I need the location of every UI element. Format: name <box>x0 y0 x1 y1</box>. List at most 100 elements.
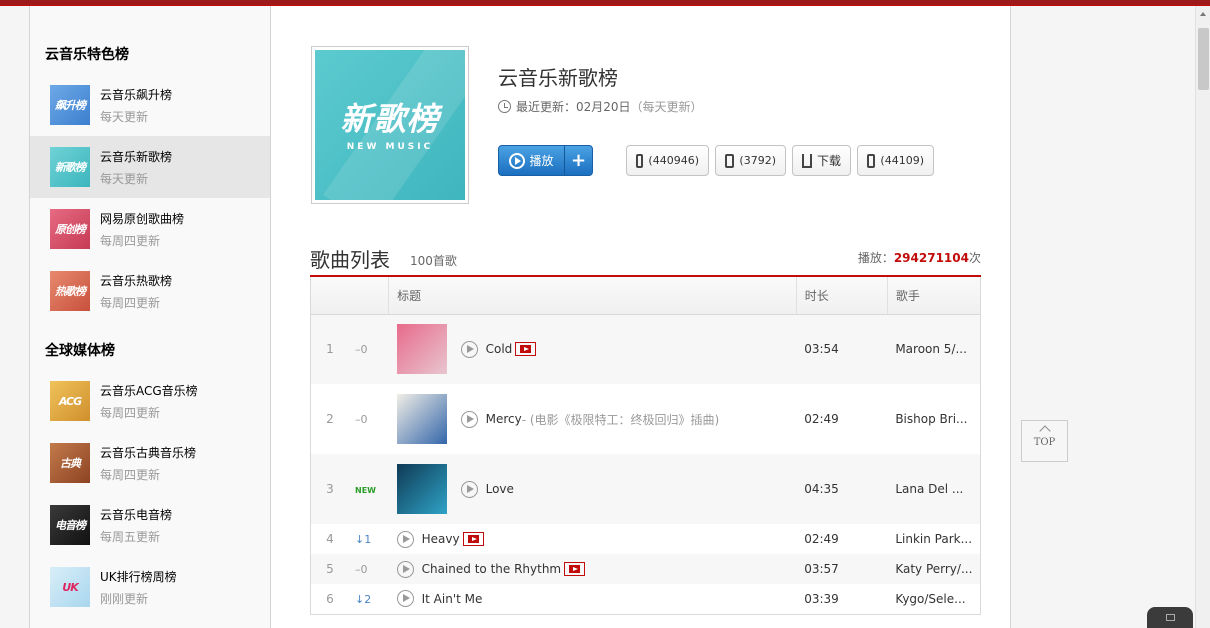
rank-cell: 6 ↓2 <box>311 584 389 614</box>
chart-thumb-uk: UK <box>50 567 90 607</box>
sidebar-item-label: 云音乐ACG音乐榜 <box>100 384 198 398</box>
table-row[interactable]: 1 –0 Cold 03:54 Maroon 5/... <box>310 314 981 384</box>
mv-icon[interactable] <box>515 342 537 357</box>
sidebar-item-acg[interactable]: ACG 云音乐ACG音乐榜 每周四更新 <box>30 370 270 432</box>
cover-subtitle: NEW MUSIC <box>346 142 434 152</box>
share-button[interactable]: (3792) <box>715 145 786 176</box>
duration-cell: 02:49 <box>804 412 839 426</box>
song-title[interactable]: Cold <box>486 342 513 356</box>
sidebar-item-label: 云音乐电音榜 <box>100 508 173 522</box>
chart-thumb-acg: ACG <box>50 381 90 421</box>
table-row[interactable]: 5 –0 Chained to the Rhythm 03:57 Katy Perry/… <box>310 554 981 584</box>
chart-thumb-new-songs: 新歌榜 <box>50 147 90 187</box>
sidebar-item-update: 每周四更新 <box>100 296 161 310</box>
playlist-cover: 新歌榜 NEW MUSIC <box>311 46 469 204</box>
title-cell: Love <box>388 454 797 524</box>
sidebar-item-new-songs[interactable]: 新歌榜 云音乐新歌榜 每天更新 <box>30 136 270 198</box>
scrollbar-thumb[interactable] <box>1198 28 1209 90</box>
rank-trend: ↓1 <box>355 533 372 546</box>
download-label: 下载 <box>816 154 841 168</box>
play-song-icon[interactable] <box>396 590 414 608</box>
table-row[interactable]: 3 NEW Love 04:35 Lana Del ... <box>310 454 981 524</box>
rank-number: 5 <box>326 562 334 576</box>
rank-cell: 4 ↓1 <box>311 524 389 554</box>
download-icon <box>802 153 812 168</box>
sidebar-item-label: 网易原创歌曲榜 <box>100 212 185 226</box>
artist-cell[interactable]: Kygo/Sele... <box>887 584 980 614</box>
title-cell: Heavy <box>389 524 797 554</box>
song-title[interactable]: Mercy <box>486 412 522 426</box>
song-title[interactable]: It Ain't Me <box>422 592 483 606</box>
song-count: 100首歌 <box>410 254 457 268</box>
play-label: 播放 <box>529 154 554 168</box>
comment-button[interactable]: (44109) <box>857 145 934 176</box>
mv-icon[interactable] <box>564 562 586 576</box>
table-row[interactable]: 6 ↓2 It Ain't Me 03:39 Kygo/Sele... <box>311 584 981 614</box>
sidebar-item-label: 云音乐新歌榜 <box>100 150 173 164</box>
chart-thumb-electronic: 电音榜 <box>50 505 90 545</box>
rank-trend: –0 <box>355 563 368 576</box>
song-title[interactable]: Heavy <box>422 532 460 546</box>
share-icon <box>725 153 735 168</box>
album-cover[interactable] <box>396 464 447 514</box>
play-all-button-group: 播放 + <box>498 145 593 176</box>
artist-cell[interactable]: Maroon 5/... <box>887 314 981 384</box>
artist-cell[interactable]: Linkin Park... <box>887 524 980 554</box>
rank-number: 3 <box>326 482 334 496</box>
sidebar-item-soaring[interactable]: 飙升榜 云音乐飙升榜 每天更新 <box>30 74 270 136</box>
mv-icon[interactable] <box>462 532 484 546</box>
page-scrollbar[interactable] <box>1195 6 1210 628</box>
scroll-up-arrow-icon[interactable] <box>1200 12 1206 16</box>
comment-count: (44109) <box>880 154 924 167</box>
play-song-icon[interactable] <box>396 560 414 578</box>
play-all-button[interactable]: 播放 <box>499 146 565 175</box>
table-row[interactable]: 2 –0 Mercy - (电影《极限特工：终极回归》插曲) 02:49 Bishop … <box>311 384 981 454</box>
sidebar-item-update: 每周四更新 <box>100 234 161 248</box>
artist-cell[interactable]: Bishop Bri... <box>887 384 980 454</box>
chart-page: 云音乐特色榜 飙升榜 云音乐飙升榜 每天更新 新歌榜 云音乐新歌榜 每天更新 原… <box>29 6 1011 628</box>
rank-trend: NEW <box>355 486 376 495</box>
album-cover[interactable] <box>396 394 447 444</box>
duration-cell: 04:35 <box>796 454 888 524</box>
rank-number: 6 <box>326 591 334 606</box>
title-cell: It Ain't Me <box>389 584 797 614</box>
sidebar-item-original[interactable]: 原创榜 网易原创歌曲榜 每周四更新 <box>30 198 270 260</box>
rank-number: 1 <box>326 342 334 357</box>
sidebar-item-hot[interactable]: 热歌榜 云音乐热歌榜 每周四更新 <box>30 260 270 322</box>
table-row[interactable]: 4 ↓1 Heavy 02:49 Linkin Park... <box>311 524 981 554</box>
player-dock-tab[interactable] <box>1147 607 1193 628</box>
song-title[interactable]: Love <box>486 482 514 496</box>
add-to-queue-button[interactable]: + <box>565 146 592 175</box>
song-table: 标题 时长 歌手 1 –0 Cold 03:54 Maroon 5/... 2 –0 Merc… <box>310 277 981 615</box>
sidebar-item-electronic[interactable]: 电音榜 云音乐电音榜 每周五更新 <box>30 494 270 556</box>
download-button[interactable]: 下载 <box>792 145 851 176</box>
play-song-icon[interactable] <box>460 480 478 498</box>
play-count: 播放：294271104次 <box>858 249 981 266</box>
artist-cell[interactable]: Lana Del ... <box>887 454 981 524</box>
rank-trend: ↓2 <box>355 592 372 606</box>
title-cell: Chained to the Rhythm <box>388 554 797 584</box>
sidebar-item-uk[interactable]: UK UK排行榜周榜 刚刚更新 <box>30 556 270 618</box>
play-count-unit: 次 <box>968 251 981 265</box>
update-date: 最近更新：02月20日 <box>516 100 631 114</box>
playlist-update-info: 最近更新：02月20日（每天更新） <box>498 98 703 115</box>
folder-add-icon <box>636 153 644 168</box>
sidebar-item-label: UK排行榜周榜 <box>100 570 177 584</box>
chevron-up-icon <box>1038 425 1051 437</box>
collect-button[interactable]: (440946) <box>626 145 709 176</box>
sidebar-item-update: 每周四更新 <box>100 468 161 482</box>
collect-count: (440946) <box>648 154 699 167</box>
sidebar-item-update: 每周五更新 <box>100 530 161 544</box>
play-song-icon[interactable] <box>460 410 478 428</box>
play-song-icon[interactable] <box>396 530 414 548</box>
play-song-icon[interactable] <box>460 340 478 358</box>
back-to-top-button[interactable]: TOP <box>1021 420 1068 462</box>
comment-icon <box>867 153 876 168</box>
album-cover[interactable] <box>396 324 447 375</box>
song-title[interactable]: Chained to the Rhythm <box>422 562 562 576</box>
sidebar-item-update: 刚刚更新 <box>100 592 149 606</box>
artist-cell[interactable]: Katy Perry/... <box>887 554 981 584</box>
sidebar-item-classical[interactable]: 古典 云音乐古典音乐榜 每周四更新 <box>30 432 270 494</box>
share-count: (3792) <box>739 154 776 167</box>
header-title: 标题 <box>388 277 797 315</box>
